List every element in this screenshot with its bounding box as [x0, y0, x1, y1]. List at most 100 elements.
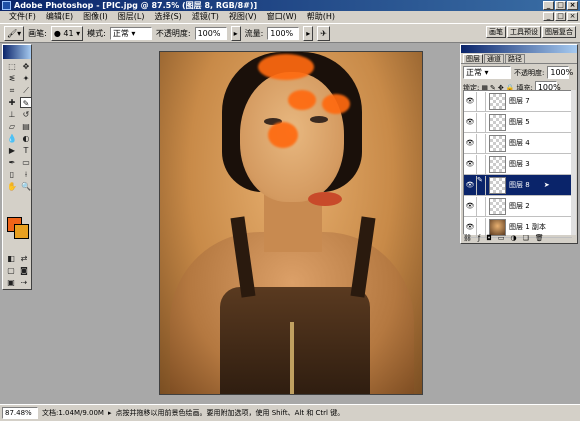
- layer-thumbnail: [489, 92, 506, 110]
- layer-row-8[interactable]: 👁 ✎ 图层 8 ➤: [464, 175, 572, 196]
- flow-dropdown[interactable]: ▸: [303, 25, 314, 41]
- paint-stroke-cheek-right: [322, 94, 350, 114]
- layer-row-2[interactable]: 👁 图层 2: [464, 196, 572, 217]
- new-layer-icon[interactable]: ❏: [523, 234, 529, 242]
- layer-row-3[interactable]: 👁 图层 3: [464, 154, 572, 175]
- magic-wand-tool-icon[interactable]: ✦: [20, 73, 32, 84]
- mode-select[interactable]: 正常 ▾: [109, 26, 152, 40]
- layer-opacity-input[interactable]: 100%: [547, 66, 573, 79]
- doc-restore-button[interactable]: □: [555, 12, 566, 21]
- gradient-tool-icon[interactable]: ▤: [20, 121, 32, 132]
- layer-row-5[interactable]: 👁 图层 5: [464, 112, 572, 133]
- move-tool-icon[interactable]: ✥: [20, 61, 32, 72]
- status-arrow-icon[interactable]: ▸: [108, 409, 112, 417]
- paint-stroke-brow: [288, 90, 316, 110]
- layer-row-4[interactable]: 👁 图层 4: [464, 133, 572, 154]
- visibility-eye-icon[interactable]: 👁: [464, 223, 476, 231]
- blend-mode-select[interactable]: 正常 ▾: [463, 66, 511, 79]
- adjustment-layer-icon[interactable]: ◑: [511, 234, 517, 242]
- layer-thumbnail: [489, 176, 506, 194]
- screen-mode-icon[interactable]: ▣: [5, 277, 17, 288]
- layer-list-scrollbar[interactable]: [571, 90, 576, 235]
- link-layers-icon[interactable]: ⛓: [463, 234, 472, 242]
- quick-mask-icon[interactable]: ◙: [18, 265, 30, 276]
- layer-thumbnail: [489, 218, 506, 236]
- close-button[interactable]: ×: [567, 1, 578, 10]
- palette-well: 画笔 工具预设 图层复合: [486, 26, 576, 38]
- menu-select[interactable]: 选择(S): [149, 11, 186, 23]
- brush-tool-icon[interactable]: ✎: [20, 97, 32, 108]
- menu-file[interactable]: 文件(F): [4, 11, 41, 23]
- eraser-tool-icon[interactable]: ▱: [6, 121, 18, 132]
- layer-thumbnail: [489, 197, 506, 215]
- dodge-tool-icon[interactable]: ◐: [20, 133, 32, 144]
- palette-tab-tool-presets[interactable]: 工具预设: [507, 26, 541, 38]
- delete-layer-icon[interactable]: 🗑: [535, 234, 544, 242]
- lasso-tool-icon[interactable]: ᓬ: [6, 73, 18, 84]
- visibility-eye-icon[interactable]: 👁: [464, 139, 476, 147]
- path-selection-tool-icon[interactable]: ▶: [6, 145, 18, 156]
- mode-value: 正常: [112, 28, 129, 38]
- slice-tool-icon[interactable]: ⟋: [20, 85, 32, 96]
- brush-preset-picker[interactable]: 🖌▾: [4, 25, 25, 41]
- layer-name: 图层 1 副本: [509, 223, 546, 231]
- background-color-swatch[interactable]: [14, 224, 29, 239]
- doc-minimize-button[interactable]: _: [543, 12, 554, 21]
- tab-paths[interactable]: 路径: [505, 54, 525, 63]
- shape-tool-icon[interactable]: ▭: [20, 157, 32, 168]
- layer-style-icon[interactable]: ƒ: [478, 234, 480, 242]
- tab-channels[interactable]: 通道: [484, 54, 504, 63]
- toolbox-header: [3, 45, 31, 59]
- palette-tab-brushes[interactable]: 画笔: [486, 26, 506, 38]
- zoom-tool-icon[interactable]: 🔍: [20, 181, 32, 192]
- layer-mask-icon[interactable]: ◘: [486, 234, 492, 242]
- new-set-icon[interactable]: ▭: [498, 234, 505, 242]
- type-tool-icon[interactable]: T: [20, 145, 32, 156]
- notes-tool-icon[interactable]: ▯: [6, 169, 18, 180]
- doc-close-button[interactable]: ×: [567, 12, 578, 21]
- opacity-dropdown[interactable]: ▸: [230, 25, 241, 41]
- airbrush-toggle[interactable]: ✈: [317, 25, 330, 41]
- visibility-eye-icon[interactable]: 👁: [464, 160, 476, 168]
- visibility-eye-icon[interactable]: 👁: [464, 202, 476, 210]
- clone-stamp-tool-icon[interactable]: ⊥: [6, 109, 18, 120]
- healing-brush-tool-icon[interactable]: ✚: [6, 97, 18, 108]
- zoom-level-input[interactable]: 87.48%: [2, 407, 38, 419]
- menu-image[interactable]: 图像(I): [78, 11, 113, 23]
- blur-tool-icon[interactable]: 💧: [6, 133, 18, 144]
- standard-mode-icon[interactable]: ▢: [5, 265, 17, 276]
- layers-panel-titlebar: [461, 45, 577, 53]
- menu-edit[interactable]: 编辑(E): [41, 11, 78, 23]
- menu-layer[interactable]: 图层(L): [113, 11, 150, 23]
- maximize-button[interactable]: □: [555, 1, 566, 10]
- minimize-button[interactable]: _: [543, 1, 554, 10]
- eyedropper-tool-icon[interactable]: ⟊: [20, 169, 32, 180]
- brush-size-picker[interactable]: ● 41 ▾: [50, 25, 84, 41]
- menu-window[interactable]: 窗口(W): [262, 11, 302, 23]
- flow-input[interactable]: 100%: [267, 26, 300, 40]
- hand-tool-icon[interactable]: ✋: [6, 181, 18, 192]
- layer-name: 图层 7: [509, 97, 530, 105]
- blend-mode-value: 正常: [466, 68, 482, 77]
- tab-layers[interactable]: 图层: [463, 54, 483, 63]
- visibility-eye-icon[interactable]: 👁: [464, 97, 476, 105]
- default-colors-icon[interactable]: ◧: [5, 253, 17, 264]
- visibility-eye-icon[interactable]: 👁: [464, 118, 476, 126]
- palette-tab-layer-comps[interactable]: 图层复合: [542, 26, 576, 38]
- menu-filter[interactable]: 滤镜(T): [187, 11, 224, 23]
- marquee-tool-icon[interactable]: ⬚: [6, 61, 18, 72]
- crop-tool-icon[interactable]: ⌗: [6, 85, 18, 96]
- document-canvas[interactable]: [159, 51, 423, 395]
- opacity-input[interactable]: 100%: [194, 26, 227, 40]
- history-brush-tool-icon[interactable]: ↺: [20, 109, 32, 120]
- imageready-icon[interactable]: ⇢: [18, 277, 30, 288]
- menu-help[interactable]: 帮助(H): [302, 11, 340, 23]
- layer-name: 图层 8: [509, 181, 530, 189]
- layer-list: 👁 图层 7 👁 图层 5 👁 图层 4 👁 图层 3 👁✎ 图层 8 ➤ 👁: [463, 90, 573, 238]
- layer-row-7[interactable]: 👁 图层 7: [464, 91, 572, 112]
- layer-thumbnail: [489, 134, 506, 152]
- pen-tool-icon[interactable]: ✒: [6, 157, 18, 168]
- swap-colors-icon[interactable]: ⇄: [18, 253, 30, 264]
- visibility-eye-icon[interactable]: 👁: [464, 181, 476, 189]
- menu-view[interactable]: 视图(V): [224, 11, 262, 23]
